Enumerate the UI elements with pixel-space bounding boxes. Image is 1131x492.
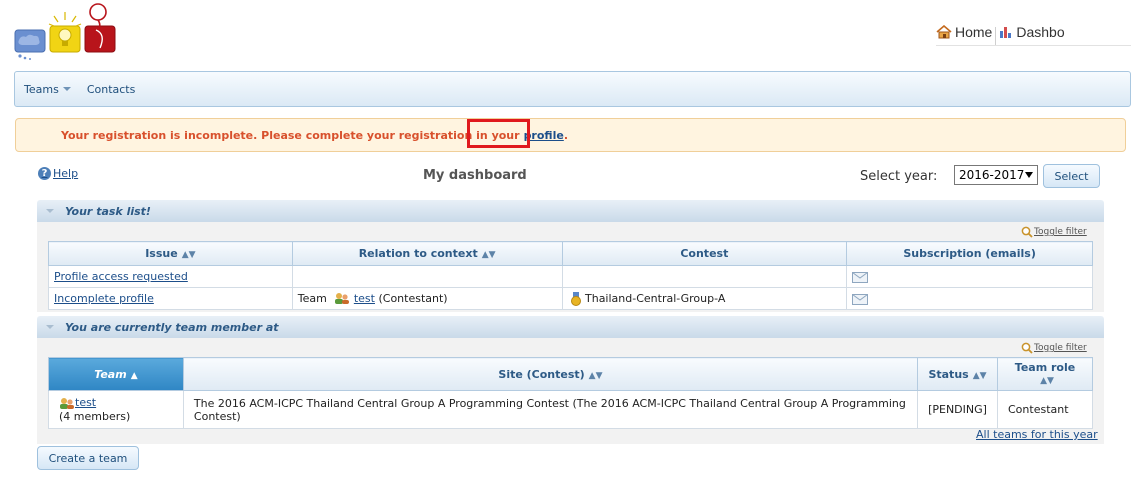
mail-icon[interactable]	[852, 293, 869, 305]
mail-icon[interactable]	[852, 271, 869, 283]
column-header-status[interactable]: Status ▲▼	[917, 357, 998, 391]
toggle-filter-label: Toggle filter	[1034, 343, 1087, 353]
site-cell: The 2016 ACM-ICPC Thailand Central Group…	[182, 390, 919, 429]
menu-item-contacts-label: Contacts	[86, 82, 136, 96]
menu-item-contacts[interactable]: Contacts	[87, 83, 136, 96]
home-link-label: Home	[955, 24, 993, 40]
chevron-down-icon	[62, 87, 71, 91]
status-cell: [PENDING]	[917, 390, 998, 429]
contest-name: Thailand-Central-Group-A	[585, 291, 726, 305]
issue-link[interactable]: Incomplete profile	[54, 292, 154, 305]
registration-warning-banner: Your registration is incomplete. Please …	[15, 118, 1126, 152]
banner-trail: .	[563, 128, 568, 142]
column-header-label: Site (Contest)	[498, 367, 585, 381]
site-logo	[14, 3, 116, 60]
subscription-cell	[846, 265, 1093, 288]
team-member-toggle-filter[interactable]: Toggle filter	[1021, 342, 1087, 354]
sort-icon: ▲▼	[181, 250, 196, 260]
help-link-label: Help	[53, 167, 79, 180]
top-nav: Home Dashbo	[936, 24, 1131, 46]
home-icon	[936, 25, 952, 39]
sort-icon: ▲▼	[972, 370, 987, 381]
column-header-site[interactable]: Site (Contest) ▲▼	[182, 357, 919, 391]
team-link[interactable]: test	[75, 396, 96, 409]
dashboard-link[interactable]: Dashbo	[999, 24, 1065, 40]
issue-cell: Incomplete profile	[48, 287, 293, 310]
chart-icon	[1000, 27, 1012, 38]
dashboard-link-label: Dashbo	[1016, 24, 1065, 40]
column-header-issue[interactable]: Issue ▲▼	[48, 241, 293, 266]
contest-cell	[561, 265, 848, 288]
team-member-panel-header[interactable]: You are currently team member at	[37, 316, 1104, 338]
help-link[interactable]: ? Help	[38, 167, 78, 180]
team-link[interactable]: test	[354, 292, 375, 305]
column-header-team[interactable]: Team ▲	[48, 357, 184, 391]
column-header-label: Team	[94, 367, 127, 381]
banner-message: Your registration is incomplete. Please …	[61, 128, 520, 142]
sort-icon: ▲▼	[481, 250, 496, 260]
toggle-filter-label: Toggle filter	[1034, 227, 1087, 237]
team-icon	[335, 293, 350, 305]
menu-item-teams-label: Teams	[24, 82, 59, 96]
relation-suffix: (Contestant)	[378, 291, 448, 305]
create-team-button[interactable]: Create a team	[37, 446, 139, 470]
role-cell: Contestant	[997, 390, 1093, 429]
relation-prefix: Team	[297, 291, 327, 305]
sort-icon: ▲▼	[588, 370, 603, 381]
task-list-toggle-filter[interactable]: Toggle filter	[1021, 226, 1087, 238]
main-menu-bar: Teams Contacts	[14, 71, 1131, 107]
select-year-button[interactable]: Select	[1043, 164, 1100, 188]
issue-link[interactable]: Profile access requested	[54, 270, 188, 283]
column-header-label: Subscription (emails)	[903, 247, 1036, 260]
help-icon: ?	[38, 167, 51, 180]
task-list-panel-header[interactable]: Your task list!	[37, 200, 1104, 222]
contest-cell: Thailand-Central-Group-A	[561, 287, 848, 310]
menu-item-teams[interactable]: Teams	[24, 83, 71, 96]
team-member-table: Team ▲ Site (Contest) ▲▼ Status ▲▼ Team rol…	[48, 357, 1093, 429]
column-header-role[interactable]: Team role ▲▼	[997, 357, 1093, 391]
relation-cell	[291, 265, 563, 288]
column-header-contest: Contest	[561, 241, 848, 266]
column-header-label: Issue	[145, 247, 178, 260]
column-header-label: Relation to context	[358, 247, 478, 260]
dropdown-arrow-icon	[1025, 172, 1033, 178]
issue-cell: Profile access requested	[48, 265, 293, 288]
magnifier-icon	[1021, 226, 1033, 238]
table-row: Profile access requested	[48, 265, 1093, 288]
column-header-label: Status	[928, 367, 969, 381]
column-header-relation[interactable]: Relation to context ▲▼	[291, 241, 563, 266]
table-row: Incomplete profile Team test (Contestant…	[48, 287, 1093, 310]
column-header-subscription: Subscription (emails)	[846, 241, 1093, 266]
relation-cell: Team test (Contestant)	[291, 287, 563, 310]
sort-icon: ▲▼	[1040, 375, 1054, 386]
select-year-label: Select year:	[860, 169, 938, 184]
magnifier-icon	[1021, 342, 1033, 354]
subscription-cell	[846, 287, 1093, 310]
profile-link[interactable]: profile	[524, 129, 564, 142]
team-member-title: You are currently team member at	[65, 320, 279, 334]
page-title: My dashboard	[423, 168, 527, 183]
task-list-title: Your task list!	[65, 204, 151, 218]
sort-asc-icon: ▲	[130, 370, 138, 381]
all-teams-link[interactable]: All teams for this year	[976, 428, 1098, 441]
year-select[interactable]: 2016-2017	[954, 165, 1038, 185]
home-link[interactable]: Home	[936, 24, 992, 40]
team-cell: test (4 members)	[48, 390, 184, 429]
collapse-icon	[46, 209, 54, 213]
task-list-table: Issue ▲▼ Relation to context ▲▼ Contest Su…	[48, 241, 1093, 310]
team-icon	[60, 397, 74, 409]
column-header-label: Contest	[680, 247, 729, 260]
team-member-count: (4 members)	[59, 409, 131, 423]
column-header-label: Team role	[1014, 360, 1076, 374]
year-select-value: 2016-2017	[959, 168, 1025, 182]
table-row: test (4 members) The 2016 ACM-ICPC Thail…	[48, 390, 1093, 429]
nav-separator	[995, 27, 997, 45]
medal-icon	[570, 291, 581, 306]
collapse-icon	[46, 325, 54, 329]
